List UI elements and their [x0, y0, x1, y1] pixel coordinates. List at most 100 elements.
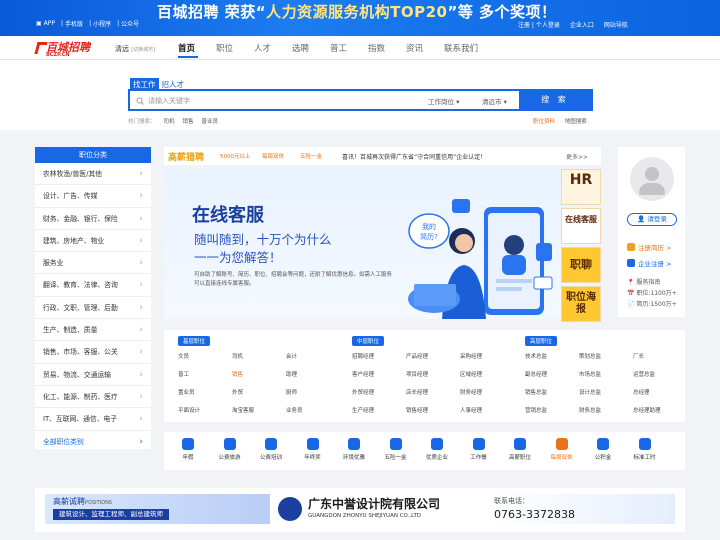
job-link[interactable]: 市场总监: [579, 366, 633, 384]
hero-banner[interactable]: 在线客服 随叫随到，十万个为什么 一一为您解答！ 可自助了解账号、简历、职位、招…: [164, 169, 584, 319]
benefit-item[interactable]: 公费培训: [251, 438, 291, 461]
benefit-item[interactable]: 优质企业: [417, 438, 457, 461]
job-link[interactable]: 项目经理: [406, 366, 460, 384]
register-login-link[interactable]: 注册 | 个人登录: [518, 20, 560, 29]
job-link[interactable]: 生产经理: [352, 402, 406, 420]
job-link[interactable]: 销售总监: [525, 384, 579, 402]
service-guide[interactable]: 📍 服务指南: [627, 278, 660, 288]
ticker-brand[interactable]: 高薪猎聘: [168, 150, 204, 163]
job-link[interactable]: 人事经理: [460, 402, 514, 420]
job-link[interactable]: 文员: [178, 348, 232, 366]
bottom-ad[interactable]: 高薪诚聘POSITIONS 建筑设计、监理工程师、副总建筑师 广东中誉设计院有限…: [35, 488, 685, 532]
job-link[interactable]: 区域经理: [460, 366, 514, 384]
hr-ad[interactable]: HR: [561, 169, 601, 205]
job-link[interactable]: 总经理助理: [633, 402, 687, 420]
job-link[interactable]: 财务经理: [460, 384, 514, 402]
more-link[interactable]: 更多>>: [566, 152, 588, 161]
category-item[interactable]: 贸易、物流、交通运输: [35, 364, 151, 386]
job-link[interactable]: 置业员: [178, 384, 232, 402]
all-categories-link[interactable]: 全部职位类别: [35, 431, 151, 453]
benefit-item[interactable]: 公费旅游: [210, 438, 250, 461]
benefit-item[interactable]: 工作餐: [459, 438, 499, 461]
enterprise-entry-link[interactable]: 企业入口: [570, 20, 594, 29]
wechat-link[interactable]: | 公众号: [117, 19, 139, 28]
category-item[interactable]: 行政、文职、管理、后勤: [35, 297, 151, 320]
site-nav-link[interactable]: 网站导航: [604, 20, 628, 29]
job-link[interactable]: 司机: [232, 348, 286, 366]
benefit-item[interactable]: 年假: [168, 438, 208, 461]
nav-worker[interactable]: 普工: [330, 42, 368, 54]
job-link[interactable]: 技术总监: [525, 348, 579, 366]
job-link[interactable]: 业务员: [286, 402, 340, 420]
benefit-item[interactable]: 每周双休: [542, 438, 582, 461]
app-link[interactable]: ▣ APP: [36, 19, 55, 28]
notice-text[interactable]: 喜讯！百城再次获得广东省“守合同重信用”企业认定！: [342, 152, 486, 161]
award-banner[interactable]: 百城招聘 荣获“人力资源服务机构TOP20”等 多个奖项！: [157, 1, 557, 22]
switch-city-link[interactable]: [切换城市]: [131, 47, 155, 53]
benefit-item[interactable]: 五险一金: [376, 438, 416, 461]
hot-term[interactable]: 销售: [183, 117, 194, 125]
job-link[interactable]: 外贸: [232, 384, 286, 402]
job-info-link[interactable]: 职位资料: [533, 119, 555, 125]
job-link[interactable]: 平面设计: [178, 402, 232, 420]
job-type-select[interactable]: 工作岗位 ▾: [428, 96, 459, 106]
mobile-link[interactable]: | 手机版: [61, 19, 83, 28]
category-item[interactable]: 设计、广告、传媒: [35, 185, 151, 208]
benefit-item[interactable]: 年终奖: [293, 438, 333, 461]
job-link[interactable]: 产品经理: [406, 348, 460, 366]
nav-jobs[interactable]: 职位: [216, 42, 254, 54]
city-switch[interactable]: 清远 [切换城市]: [115, 44, 155, 54]
job-link[interactable]: 厂长: [633, 348, 687, 366]
job-link[interactable]: 财务总监: [579, 402, 633, 420]
category-item[interactable]: 财务、金融、银行、保险: [35, 208, 151, 230]
job-link[interactable]: 策划总监: [579, 348, 633, 366]
job-link[interactable]: 店长经理: [406, 384, 460, 402]
job-link[interactable]: 设计总监: [579, 384, 633, 402]
job-link[interactable]: 普工: [178, 366, 232, 384]
job-link[interactable]: 外贸经理: [352, 384, 406, 402]
nav-talent[interactable]: 人才: [254, 42, 292, 54]
benefit-item[interactable]: 标准工时: [625, 438, 665, 461]
benefit-item[interactable]: 公积金: [583, 438, 623, 461]
nav-home[interactable]: 首页: [178, 42, 216, 58]
job-chat-ad[interactable]: 职聊: [561, 247, 601, 283]
register-resume-link[interactable]: 注册简历 >: [627, 242, 672, 252]
nav-index[interactable]: 指数: [368, 42, 406, 54]
map-search-link[interactable]: 地图搜索: [565, 119, 587, 125]
job-link[interactable]: 副总经理: [525, 366, 579, 384]
site-logo[interactable]: 百城招聘 BCZP.CN: [34, 40, 114, 58]
job-link[interactable]: 会计: [286, 348, 340, 366]
job-link[interactable]: 厨师: [286, 384, 340, 402]
job-poster-ad[interactable]: 职位海报: [561, 286, 601, 322]
login-button[interactable]: 👤 请登录: [627, 213, 677, 226]
job-link[interactable]: 淘宝客服: [232, 402, 286, 420]
job-link[interactable]: 总经理: [633, 384, 687, 402]
category-item[interactable]: 农林牧渔/兽医/其他: [35, 163, 151, 186]
nav-news[interactable]: 资讯: [406, 42, 444, 54]
category-item[interactable]: 生产、制造、质量: [35, 319, 151, 342]
job-link[interactable]: 客户经理: [352, 366, 406, 384]
job-link[interactable]: 销售经理: [406, 402, 460, 420]
job-link[interactable]: 助理: [286, 366, 340, 384]
category-item[interactable]: IT、互联网、通信、电子: [35, 408, 151, 431]
category-item[interactable]: 服务业: [35, 252, 151, 275]
register-company-link[interactable]: 企业注册 >: [627, 258, 672, 268]
miniprogram-link[interactable]: | 小程序: [89, 19, 111, 28]
job-link[interactable]: 采购经理: [460, 348, 514, 366]
search-input[interactable]: 请输入关键字: [136, 96, 190, 106]
hot-term[interactable]: 司机: [164, 117, 175, 125]
search-button[interactable]: 搜 索: [519, 91, 591, 109]
nav-contact[interactable]: 联系我们: [444, 42, 482, 54]
online-service-ad[interactable]: 在线客服: [561, 208, 601, 244]
category-item[interactable]: 建筑、房地产、物业: [35, 230, 151, 253]
job-link[interactable]: 运营总监: [633, 366, 687, 384]
hot-term[interactable]: 普业员: [202, 117, 219, 125]
category-item[interactable]: 销售、市场、客服、公关: [35, 341, 151, 364]
category-item[interactable]: 化工、能源、制药、医疗: [35, 386, 151, 409]
benefit-item[interactable]: 高薪职位: [500, 438, 540, 461]
city-select[interactable]: 清远市 ▾: [482, 96, 507, 106]
category-item[interactable]: 翻译、教育、法律、咨询: [35, 274, 151, 297]
job-link[interactable]: 营销总监: [525, 402, 579, 420]
nav-select[interactable]: 选聘: [292, 42, 330, 54]
benefit-item[interactable]: 环境优雅: [334, 438, 374, 461]
